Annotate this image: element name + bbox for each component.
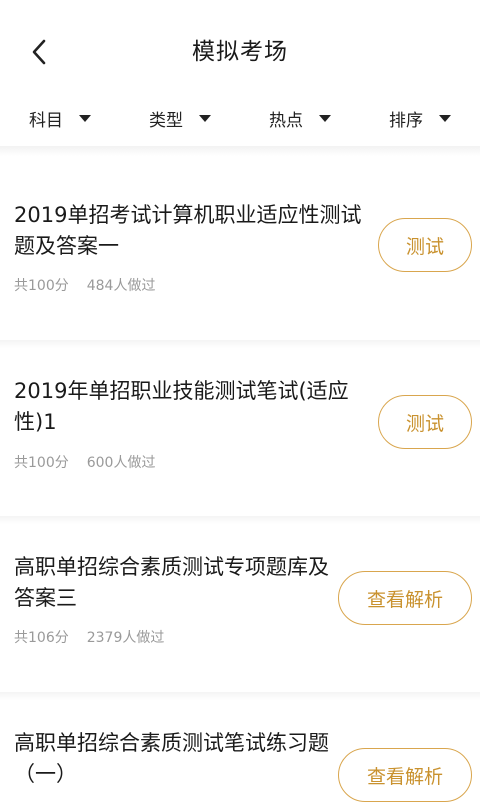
exam-title: 高职单招综合素质测试笔试练习题（一） [14, 731, 329, 786]
exam-title: 2019单招考试计算机职业适应性测试题及答案一 [14, 203, 362, 258]
exam-score: 共106分 [14, 630, 69, 646]
exam-takers: 2379人做过 [86, 630, 165, 646]
exam-meta: 共100分 484人做过 [14, 275, 155, 295]
exam-takers: 600人做过 [86, 455, 156, 471]
exam-list-item[interactable]: 高职单招综合素质测试笔试练习题（一） 查看解析 [0, 0, 480, 802]
exam-score: 共100分 [14, 455, 69, 471]
exam-takers: 484人做过 [86, 278, 156, 294]
exam-meta: 共100分 600人做过 [14, 452, 155, 472]
view-analysis-button[interactable]: 查看解析 [338, 748, 472, 802]
test-button[interactable]: 测试 [378, 395, 472, 449]
item-separator [0, 340, 480, 348]
exam-title: 2019年单招职业技能测试笔试(适应性)1 [14, 379, 349, 434]
item-separator [0, 516, 480, 524]
exam-title: 高职单招综合素质测试专项题库及答案三 [14, 555, 329, 610]
exam-score: 共100分 [14, 278, 69, 294]
item-separator [0, 692, 480, 700]
exam-meta: 共106分 2379人做过 [14, 627, 164, 647]
test-button[interactable]: 测试 [378, 218, 472, 272]
view-analysis-button[interactable]: 查看解析 [338, 571, 472, 625]
